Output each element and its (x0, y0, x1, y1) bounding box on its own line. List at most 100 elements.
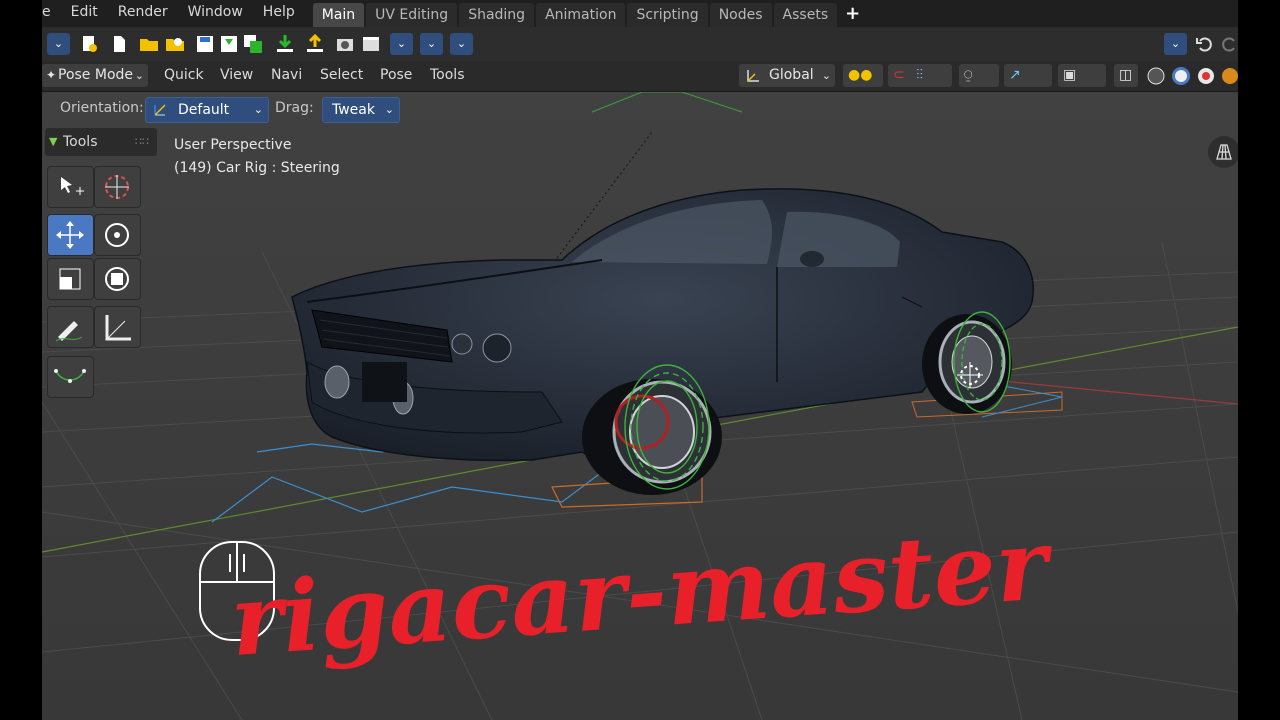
menu-select[interactable]: Select (320, 61, 363, 91)
import-icon[interactable] (274, 33, 296, 55)
snap-increment-icon: ⫶⫶ (916, 67, 923, 83)
save-as-icon[interactable] (218, 33, 240, 55)
drag-label: Drag: (275, 100, 314, 116)
dropdown-1[interactable]: ⌄ (390, 33, 413, 55)
viewport-header: ✦ Pose Mode ⌄ Quick View Navi Select Pos… (42, 61, 1238, 92)
ruler-icon (105, 315, 131, 341)
menu-help[interactable]: Help (253, 0, 305, 27)
tool-settings-header: Orientation: Default ⌄ Drag: Tweak ⌄ (42, 92, 1238, 126)
menu-quick[interactable]: Quick (164, 61, 204, 91)
tab-uv-editing[interactable]: UV Editing (366, 2, 458, 27)
drag-dropdown[interactable]: Tweak ⌄ (322, 97, 400, 123)
save-icon[interactable] (194, 33, 216, 55)
new-file-icon[interactable] (78, 33, 100, 55)
overlay-toggle[interactable]: ▣ (1058, 64, 1106, 87)
orientation-label: Orientation: (60, 100, 144, 116)
orientation-axis-icon (154, 104, 166, 116)
orientation-label: Global (769, 67, 814, 83)
open-recent-icon[interactable] (164, 33, 186, 55)
shading-modes[interactable] (1146, 66, 1238, 86)
open-folder-icon[interactable] (138, 33, 160, 55)
editor-type-dropdown[interactable]: ⌄ (47, 33, 70, 55)
add-workspace-button[interactable]: + (845, 3, 860, 24)
pencil-icon (55, 321, 83, 342)
export-icon[interactable] (304, 33, 326, 55)
toggle-perspective-button[interactable] (1208, 136, 1238, 168)
tab-animation[interactable]: Animation (536, 2, 626, 27)
top-menubar: e Edit Render Window Help Main UV Editin… (42, 0, 1238, 27)
cursor-tool[interactable] (94, 166, 141, 208)
menu-edit[interactable]: Edit (61, 0, 108, 27)
tab-scripting[interactable]: Scripting (627, 2, 708, 27)
menu-tools[interactable]: Tools (430, 61, 465, 91)
file-toolbar: ⌄ ⌄ ⌄ ⌄ ⌄ (42, 27, 1238, 61)
menu-file[interactable]: e (42, 0, 61, 27)
left-letterbox (0, 0, 42, 720)
menu-render[interactable]: Render (108, 0, 178, 27)
render-image-icon[interactable] (334, 33, 356, 55)
scale-tool[interactable] (47, 258, 94, 300)
front-wheel[interactable] (582, 379, 722, 495)
collapse-triangle-icon: ▼ (49, 135, 58, 148)
select-cursor-icon (61, 177, 84, 195)
snapping-toggle[interactable]: ⊂ ⫶⫶ (888, 64, 952, 87)
xray-icon: ◫ (1119, 67, 1133, 83)
save-copy-icon[interactable] (242, 33, 264, 55)
dropdown-2[interactable]: ⌄ (420, 33, 443, 55)
curve-icon (54, 369, 86, 383)
menu-navi[interactable]: Navi (271, 61, 302, 91)
mode-selector[interactable]: ✦ Pose Mode ⌄ (42, 64, 148, 87)
magnet-icon: ⊂ (893, 67, 905, 83)
pivot-point-dropdown[interactable]: ●● (843, 64, 883, 87)
orientation-value: Default (178, 102, 230, 118)
tab-shading[interactable]: Shading (459, 2, 535, 27)
tools-panel-header[interactable]: ▼ Tools ∷∷ (45, 128, 157, 156)
rotate-tool[interactable] (94, 214, 141, 256)
transform-orientation-dropdown[interactable]: Global ⌄ (739, 64, 835, 87)
mode-label: Pose Mode (58, 67, 134, 83)
chevron-down-icon: ⌄ (134, 69, 144, 82)
menu-view[interactable]: View (220, 61, 253, 91)
axis-icon (747, 70, 759, 82)
rotate-icon (105, 223, 129, 247)
bone-envelope-tool[interactable] (47, 356, 94, 398)
drag-handle-icon[interactable]: ∷∷ (135, 128, 149, 156)
move-tool[interactable] (47, 214, 94, 256)
dropdown-3[interactable]: ⌄ (450, 33, 473, 55)
grid-icon (1216, 144, 1232, 160)
drag-value: Tweak (332, 102, 375, 118)
pose-mode-icon: ✦ (46, 68, 57, 82)
xray-toggle[interactable]: ◫ (1114, 64, 1138, 87)
redo-icon[interactable] (1218, 33, 1238, 55)
blender-window: e Edit Render Window Help Main UV Editin… (42, 0, 1238, 720)
move-arrows-icon (56, 221, 84, 249)
rear-wheel[interactable] (922, 314, 1012, 414)
tab-main[interactable]: Main (312, 2, 365, 27)
select-box-tool[interactable] (47, 166, 94, 208)
undo-icon[interactable] (1194, 33, 1216, 55)
3d-viewport[interactable]: Orientation: Default ⌄ Drag: Tweak ⌄ ▼ T… (42, 92, 1238, 720)
overlay-icon: ▣ (1063, 67, 1077, 83)
dropdown-4[interactable]: ⌄ (1164, 33, 1187, 55)
object-info: (149) Car Rig : Steering (174, 160, 340, 176)
gizmo-icon: ↗ (1009, 67, 1021, 83)
gizmo-toggle[interactable]: ↗ (1004, 64, 1052, 87)
new-blank-icon[interactable] (108, 33, 130, 55)
watermark-text: rigacar-master (227, 532, 1052, 679)
transform-tool[interactable] (94, 258, 141, 300)
menu-pose[interactable]: Pose (380, 61, 412, 91)
annotate-tool[interactable] (47, 306, 94, 348)
tab-assets[interactable]: Assets (773, 2, 838, 27)
proportional-edit-dropdown[interactable]: ⍜ (959, 64, 999, 87)
view-name: User Perspective (174, 137, 292, 153)
render-animation-icon[interactable] (360, 33, 382, 55)
right-letterbox (1238, 0, 1280, 720)
measure-tool[interactable] (94, 306, 141, 348)
orientation-dropdown[interactable]: Default ⌄ (145, 97, 269, 123)
scale-icon (59, 268, 81, 290)
proportional-icon: ⍜ (964, 67, 973, 83)
watermark-overlay: rigacar-master (199, 532, 1052, 679)
menu-window[interactable]: Window (178, 0, 253, 27)
chevron-down-icon: ⌄ (384, 103, 394, 116)
tab-nodes[interactable]: Nodes (709, 2, 772, 27)
